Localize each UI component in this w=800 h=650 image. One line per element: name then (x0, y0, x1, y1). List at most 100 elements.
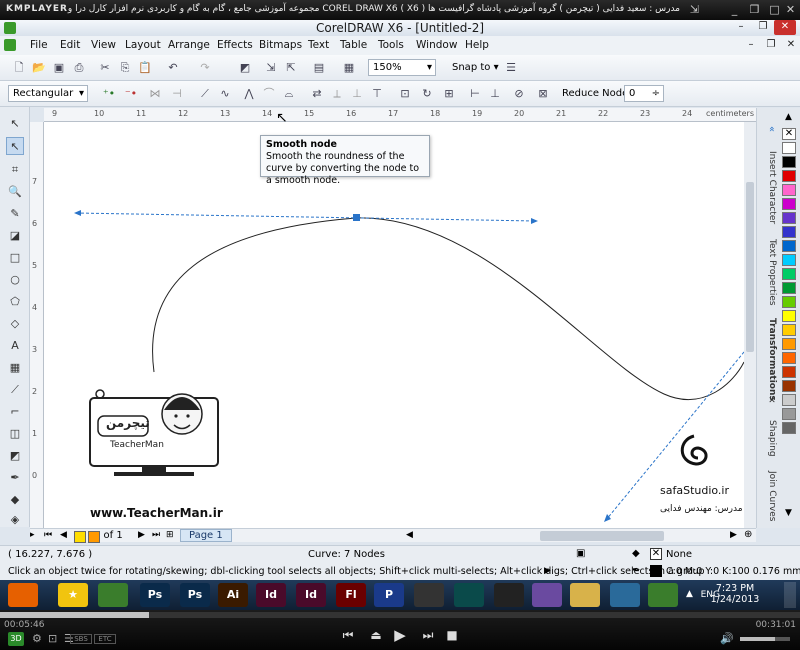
color-swatch[interactable] (782, 212, 796, 224)
doc-palette-arrow-icon[interactable]: ▸ (30, 530, 35, 540)
to-curve-icon[interactable]: ∿ (216, 85, 234, 103)
taskbar-app-icon[interactable] (494, 583, 524, 607)
last-page-icon[interactable]: ⏭ (152, 530, 160, 540)
full-screen-icon[interactable]: ▦ (340, 59, 358, 77)
taskbar-star-icon[interactable]: ★ (58, 583, 88, 607)
menu-tools[interactable]: Tools (378, 39, 404, 51)
fill-swatch[interactable]: ✕ (650, 548, 662, 560)
window-close-button[interactable]: ✕ (774, 20, 796, 35)
vertical-ruler[interactable]: 7 6 5 4 3 2 1 0 (30, 122, 44, 528)
snap-to-dropdown[interactable]: Snap to ▾ (452, 62, 499, 73)
align-nodes-icon[interactable]: ⊞ (440, 85, 458, 103)
horizontal-ruler[interactable]: 9 10 11 12 13 14 15 16 17 18 19 20 21 22… (44, 108, 756, 122)
elastic-mode-icon[interactable]: ⊘ (510, 85, 528, 103)
search-content-icon[interactable]: ◩ (236, 59, 254, 77)
docker-text-properties[interactable]: Text Properties (759, 232, 777, 312)
taskbar-search-icon[interactable]: P (374, 583, 404, 607)
color-swatch[interactable] (782, 366, 796, 378)
polygon-tool-icon[interactable]: ⬠ (6, 293, 24, 311)
horizontal-scroll-thumb[interactable] (540, 531, 664, 541)
zoom-tool-icon[interactable]: 🔍 (6, 183, 24, 201)
no-color-swatch[interactable]: ✕ (782, 128, 796, 140)
3d-toggle[interactable]: 3D (8, 632, 24, 646)
taskbar-indesign-icon[interactable]: Id (256, 583, 286, 607)
scroll-thumb[interactable] (746, 182, 754, 352)
select-all-nodes-icon[interactable]: ⊠ (534, 85, 552, 103)
close-curve-icon[interactable]: ⊤ (368, 85, 386, 103)
text-tool-icon[interactable]: A (6, 337, 24, 355)
docker-close-icon[interactable]: ✕ (759, 394, 777, 408)
docker-insert-character[interactable]: Insert Character (759, 148, 777, 228)
color-swatch[interactable] (782, 394, 796, 406)
color-swatch[interactable] (782, 142, 796, 154)
export-icon[interactable]: ⇱ (282, 59, 300, 77)
eyedropper-tool-icon[interactable]: ✒ (6, 469, 24, 487)
save-icon[interactable]: ▣ (50, 59, 68, 77)
docker-join-curves[interactable]: Join Curves (759, 468, 777, 524)
taskbar-app-icon[interactable] (414, 583, 444, 607)
control-handle-arrow-right[interactable] (531, 218, 538, 224)
next-page-icon[interactable]: ▶ (138, 530, 145, 540)
color-swatch[interactable] (782, 170, 796, 182)
undo-icon[interactable]: ↶ (164, 59, 182, 77)
reverse-direction-icon[interactable]: ⇄ (308, 85, 326, 103)
smooth-node-icon[interactable]: ⌒ (260, 85, 278, 103)
publish-icon[interactable]: ▤ (310, 59, 328, 77)
menu-edit[interactable]: Edit (60, 39, 80, 51)
settings-icon[interactable]: ⚙ (32, 632, 42, 645)
play-icon[interactable]: ▶ (392, 626, 408, 644)
tray-arrow-icon[interactable]: ▲ (686, 589, 693, 599)
window-restore-button[interactable]: ❐ (752, 20, 774, 35)
zoom-navigator-icon[interactable]: ⊕ (744, 529, 752, 540)
color-swatch[interactable] (782, 324, 796, 336)
taskbar-disc-icon[interactable] (532, 583, 562, 607)
delete-node-icon[interactable]: ⁻• (122, 85, 140, 103)
taskbar-photoshop-2-icon[interactable]: Ps (180, 583, 210, 607)
copy-icon[interactable]: ⎘ (116, 59, 134, 77)
outline-tool-icon[interactable]: ◈ (6, 511, 24, 529)
selected-node[interactable] (353, 214, 360, 221)
seek-bar[interactable] (0, 612, 800, 618)
rectangle-tool-icon[interactable]: □ (6, 249, 24, 267)
maximize-icon[interactable]: □ (768, 3, 781, 16)
color-swatch[interactable] (782, 268, 796, 280)
close-icon[interactable]: ✕ (784, 3, 797, 16)
taskbar-indesign-2-icon[interactable]: Id (296, 583, 326, 607)
palette-scroll-up-icon[interactable]: ▲ (785, 112, 792, 122)
vertical-scrollbar[interactable] (744, 122, 756, 528)
docker-transformations[interactable]: Transformations (759, 318, 777, 401)
previous-icon[interactable]: ⏮ (340, 628, 356, 643)
color-proof-icon[interactable]: ▣ (576, 548, 585, 559)
pick-tool-icon[interactable]: ↖ (6, 115, 24, 133)
print-icon[interactable]: ⎙ (70, 59, 88, 77)
add-page-icon[interactable]: ⊞ (166, 530, 174, 540)
taskbar-app-icon[interactable] (610, 583, 640, 607)
menu-table[interactable]: Table (340, 39, 367, 51)
import-icon[interactable]: ⇲ (262, 59, 280, 77)
color-swatch[interactable] (782, 198, 796, 210)
taskbar-photoshop-icon[interactable]: Ps (140, 583, 170, 607)
fill-bucket-icon[interactable]: ◆ (632, 548, 640, 559)
align-horizontal-icon[interactable]: ⊥ (486, 85, 504, 103)
cut-icon[interactable]: ✂ (96, 59, 114, 77)
show-desktop-button[interactable] (784, 582, 796, 608)
transparency-tool-icon[interactable]: ◩ (6, 447, 24, 465)
selection-mode-select[interactable]: Rectangular ▾ (8, 85, 88, 102)
extract-subpath-icon[interactable]: ⊥ (348, 85, 366, 103)
pin-icon[interactable]: ⇲ (688, 3, 701, 16)
shape-tool-icon[interactable]: ↖ (6, 137, 24, 155)
doc-minimize-button[interactable]: – (740, 38, 762, 53)
docker-shaping[interactable]: Shaping (759, 414, 777, 462)
paste-icon[interactable]: 📋 (136, 59, 154, 77)
taskbar-app-icon[interactable] (454, 583, 484, 607)
extend-curve-icon[interactable]: ⟂ (328, 85, 346, 103)
fill-tool-icon[interactable]: ◆ (6, 491, 24, 509)
page-tab[interactable]: Page 1 (180, 529, 232, 542)
curve-object[interactable] (152, 217, 744, 400)
align-vertical-icon[interactable]: ⊢ (466, 85, 484, 103)
add-node-icon[interactable]: ⁺• (100, 85, 118, 103)
rotate-nodes-icon[interactable]: ↻ (418, 85, 436, 103)
hscroll-right-icon[interactable]: ▶ (730, 530, 737, 540)
taskbar-flash-icon[interactable]: Fl (336, 583, 366, 607)
window-minimize-button[interactable]: – (730, 20, 752, 35)
